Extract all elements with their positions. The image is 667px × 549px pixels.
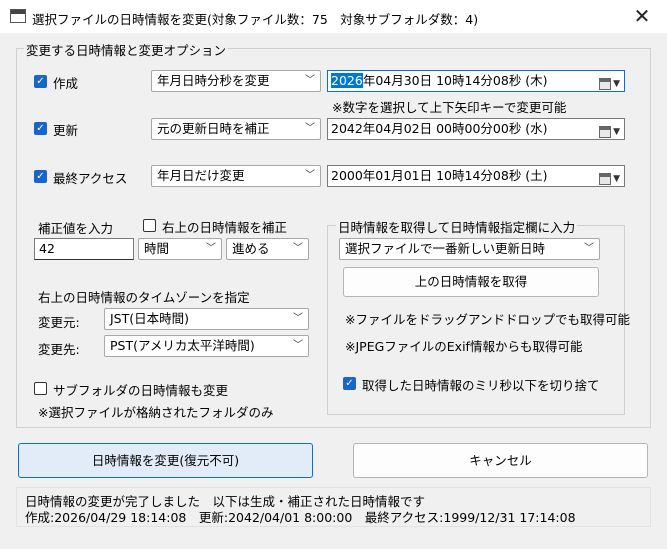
subfolder-checkbox[interactable]: ✓ xyxy=(34,382,47,395)
modified-mode-value: 元の更新日時を補正 xyxy=(157,121,270,136)
chevron-down-icon: ﹀ xyxy=(305,170,315,181)
created-year-selection[interactable]: 2026 xyxy=(331,73,363,88)
modified-datetime-value: 2042年04月02日 00時00分00秒 (水) xyxy=(331,121,548,136)
modified-checkbox[interactable]: ✓ xyxy=(34,122,47,135)
subfolder-label: サブフォルダの日時情報も変更 xyxy=(53,383,229,398)
fetch-note-exif: ※JPEGファイルのExif情報からも取得可能 xyxy=(345,339,583,354)
tz-to-select[interactable]: PST(アメリカ太平洋時間) ﹀ xyxy=(104,335,309,357)
accessed-label: 最終アクセス xyxy=(53,171,128,186)
calendar-icon[interactable]: ▼ xyxy=(599,74,620,91)
arrow-key-hint: ※数字を選択して上下矢印キーで変更可能 xyxy=(332,100,567,115)
truncate-ms-label: 取得した日時情報のミリ秒以下を切り捨て xyxy=(362,378,600,393)
window-title: 選択ファイルの日時情報を変更(対象ファイル数：75 対象サブフォルダ数：4) xyxy=(32,12,479,27)
accessed-mode-select[interactable]: 年月日だけ変更 ﹀ xyxy=(151,165,321,187)
subfolder-note: ※選択ファイルが格納されたフォルダのみ xyxy=(38,405,274,420)
fetch-note-dragdrop: ※ファイルをドラッグアンドドロップでも取得可能 xyxy=(345,312,630,327)
tz-to-value: PST(アメリカ太平洋時間) xyxy=(110,338,255,353)
modified-label: 更新 xyxy=(53,123,79,138)
chevron-down-icon: ﹀ xyxy=(584,243,594,254)
tz-from-select[interactable]: JST(日本時間) ﹀ xyxy=(104,308,309,330)
chevron-down-icon: ﹀ xyxy=(305,123,315,134)
chevron-down-icon: ﹀ xyxy=(293,340,303,351)
correction-unit-select[interactable]: 時間 ﹀ xyxy=(138,238,222,260)
chevron-down-icon: ﹀ xyxy=(293,243,303,254)
fetch-source-value: 選択ファイルで一番新しい更新日時 xyxy=(345,241,546,256)
created-checkbox[interactable]: ✓ xyxy=(34,75,47,88)
accessed-datetime-value: 2000年01月01日 10時14分08秒 (土) xyxy=(331,168,548,183)
calendar-icon[interactable]: ▼ xyxy=(599,169,620,186)
created-mode-value: 年月日時分秒を変更 xyxy=(157,73,270,88)
apply-change-button[interactable]: 日時情報を変更(復元不可) xyxy=(18,443,313,478)
modified-datetime-picker[interactable]: 2042年04月02日 00時00分00秒 (水) ▼ xyxy=(327,118,625,140)
chevron-down-icon: ﹀ xyxy=(206,243,216,254)
modified-mode-select[interactable]: 元の更新日時を補正 ﹀ xyxy=(151,118,321,140)
accessed-mode-value: 年月日だけ変更 xyxy=(157,168,245,183)
truncate-ms-checkbox[interactable]: ✓ xyxy=(343,377,356,390)
tz-from-value: JST(日本時間) xyxy=(110,311,190,326)
correction-value-input[interactable]: 42 xyxy=(34,238,134,260)
created-datetime-picker[interactable]: 2026年04月30日 10時14分08秒 (木) ▼ xyxy=(327,70,625,92)
created-mode-select[interactable]: 年月日時分秒を変更 ﹀ xyxy=(151,70,321,92)
correction-direction-value: 進める xyxy=(232,241,270,256)
accessed-datetime-picker[interactable]: 2000年01月01日 10時14分08秒 (土) ▼ xyxy=(327,165,625,187)
chevron-down-icon: ﹀ xyxy=(293,313,303,324)
created-datetime-rest: 年04月30日 10時14分08秒 (木) xyxy=(362,73,548,88)
correction-direction-select[interactable]: 進める ﹀ xyxy=(226,238,309,260)
correction-label: 補正値を入力 xyxy=(38,221,114,236)
created-label: 作成 xyxy=(53,76,79,91)
fetch-source-select[interactable]: 選択ファイルで一番新しい更新日時 ﹀ xyxy=(339,238,600,260)
options-group-title: 変更する日時情報と変更オプション xyxy=(24,40,229,59)
fetch-group-title: 日時情報を取得して日時情報指定欄に入力 xyxy=(336,217,578,236)
calendar-icon[interactable]: ▼ xyxy=(599,122,620,139)
chevron-down-icon: ﹀ xyxy=(305,75,315,86)
correction-unit-value: 時間 xyxy=(144,241,170,256)
tz-to-label: 変更先: xyxy=(38,342,80,357)
timezone-title: 右上の日時情報のタイムゾーンを指定 xyxy=(38,290,250,305)
use-topright-checkbox[interactable]: ✓ xyxy=(143,219,156,232)
accessed-checkbox[interactable]: ✓ xyxy=(34,170,47,183)
app-window-icon xyxy=(10,9,26,23)
cancel-button[interactable]: キャンセル xyxy=(353,443,648,478)
use-topright-label: 右上の日時情報を補正 xyxy=(162,220,288,235)
fetch-datetime-button[interactable]: 上の日時情報を取得 xyxy=(343,267,599,297)
tz-from-label: 変更元: xyxy=(38,315,80,330)
close-button[interactable]: ✕ xyxy=(622,2,662,30)
status-line-2: 作成:2026/04/29 18:14:08 更新:2042/04/01 8:0… xyxy=(25,510,576,525)
